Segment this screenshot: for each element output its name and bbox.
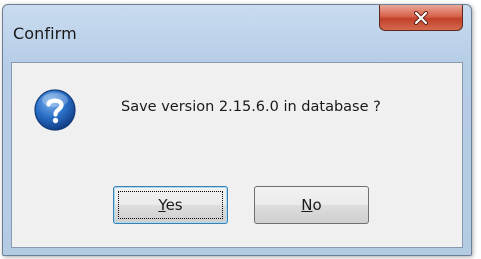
no-button[interactable]: No — [254, 186, 369, 224]
close-button[interactable] — [379, 5, 463, 31]
title-bar[interactable]: Confirm — [3, 5, 471, 61]
dialog-body: Save version 2.15.6.0 in database ? Yes … — [11, 62, 463, 248]
confirm-dialog-window: Confirm Save version 2.15.6.0 in databas… — [2, 4, 472, 256]
yes-button-label: Yes — [158, 196, 183, 214]
confirm-message: Save version 2.15.6.0 in database ? — [121, 99, 381, 115]
question-icon — [33, 88, 77, 132]
close-x-icon — [413, 10, 429, 25]
yes-button[interactable]: Yes — [113, 186, 228, 224]
window-title: Confirm — [13, 24, 77, 43]
no-button-label: No — [301, 196, 322, 214]
